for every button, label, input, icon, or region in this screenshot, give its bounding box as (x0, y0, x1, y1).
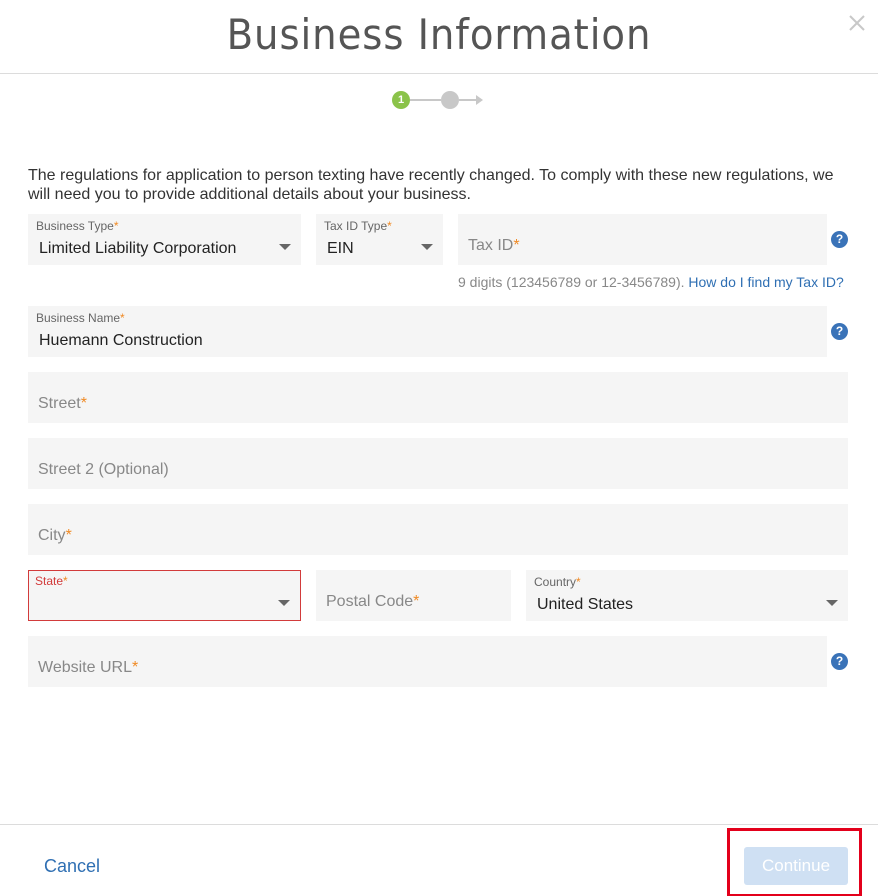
intro-text: The regulations for application to perso… (28, 167, 834, 203)
street-input[interactable]: Street* (28, 372, 848, 423)
close-button[interactable] (846, 12, 868, 34)
business-type-select[interactable]: Business Type* Limited Liability Corpora… (28, 214, 301, 265)
postal-code-input[interactable]: Postal Code* (316, 570, 511, 621)
street2-placeholder: Street 2 (Optional) (38, 461, 169, 478)
step-arrow-icon (476, 95, 483, 105)
tax-id-hint: 9 digits (123456789 or 12-3456789). How … (458, 274, 844, 290)
tax-id-placeholder: Tax ID* (468, 237, 520, 254)
business-name-help-icon[interactable]: ? (831, 323, 848, 340)
country-label: Country* (534, 575, 581, 589)
modal-header: Business Information (0, 0, 878, 74)
continue-button[interactable]: Continue (744, 847, 848, 885)
city-placeholder: City* (38, 527, 72, 544)
tax-id-type-select[interactable]: Tax ID Type* EIN (316, 214, 443, 265)
chevron-down-icon (278, 600, 290, 606)
close-icon[interactable] (846, 12, 868, 34)
tax-id-type-label: Tax ID Type* (324, 219, 392, 233)
step-2-indicator (441, 91, 459, 109)
business-type-label: Business Type* (36, 219, 119, 233)
chevron-down-icon (826, 600, 838, 606)
chevron-down-icon (279, 244, 291, 250)
tax-id-hint-text: 9 digits (123456789 or 12-3456789). (458, 274, 685, 290)
chevron-down-icon (421, 244, 433, 250)
tax-id-help-icon[interactable]: ? (831, 231, 848, 248)
cancel-button[interactable]: Cancel (44, 856, 100, 877)
business-name-label: Business Name* (36, 311, 125, 325)
street2-input[interactable]: Street 2 (Optional) (28, 438, 848, 489)
website-url-input[interactable]: Website URL* (28, 636, 827, 687)
step-connector (410, 99, 441, 101)
website-url-placeholder: Website URL* (38, 659, 139, 676)
business-type-value: Limited Liability Corporation (39, 240, 237, 257)
step-connector (459, 99, 477, 101)
business-name-value: Huemann Construction (39, 332, 203, 349)
state-label: State* (35, 574, 68, 588)
website-url-help-icon[interactable]: ? (831, 653, 848, 670)
postal-code-placeholder: Postal Code* (326, 593, 420, 610)
modal-footer: Cancel Continue (0, 824, 878, 896)
city-input[interactable]: City* (28, 504, 848, 555)
progress-stepper: 1 (392, 90, 492, 110)
page-title: Business Information (226, 10, 652, 59)
street-placeholder: Street* (38, 395, 87, 412)
find-tax-id-link[interactable]: How do I find my Tax ID? (688, 274, 843, 290)
country-value: United States (537, 596, 634, 613)
country-select[interactable]: Country* United States (526, 570, 848, 621)
step-1-indicator: 1 (392, 91, 410, 109)
tax-id-input[interactable]: Tax ID* (458, 214, 827, 265)
business-name-input[interactable]: Business Name* Huemann Construction (28, 306, 827, 357)
tax-id-type-value: EIN (327, 240, 354, 257)
state-select[interactable]: State* (28, 570, 301, 621)
